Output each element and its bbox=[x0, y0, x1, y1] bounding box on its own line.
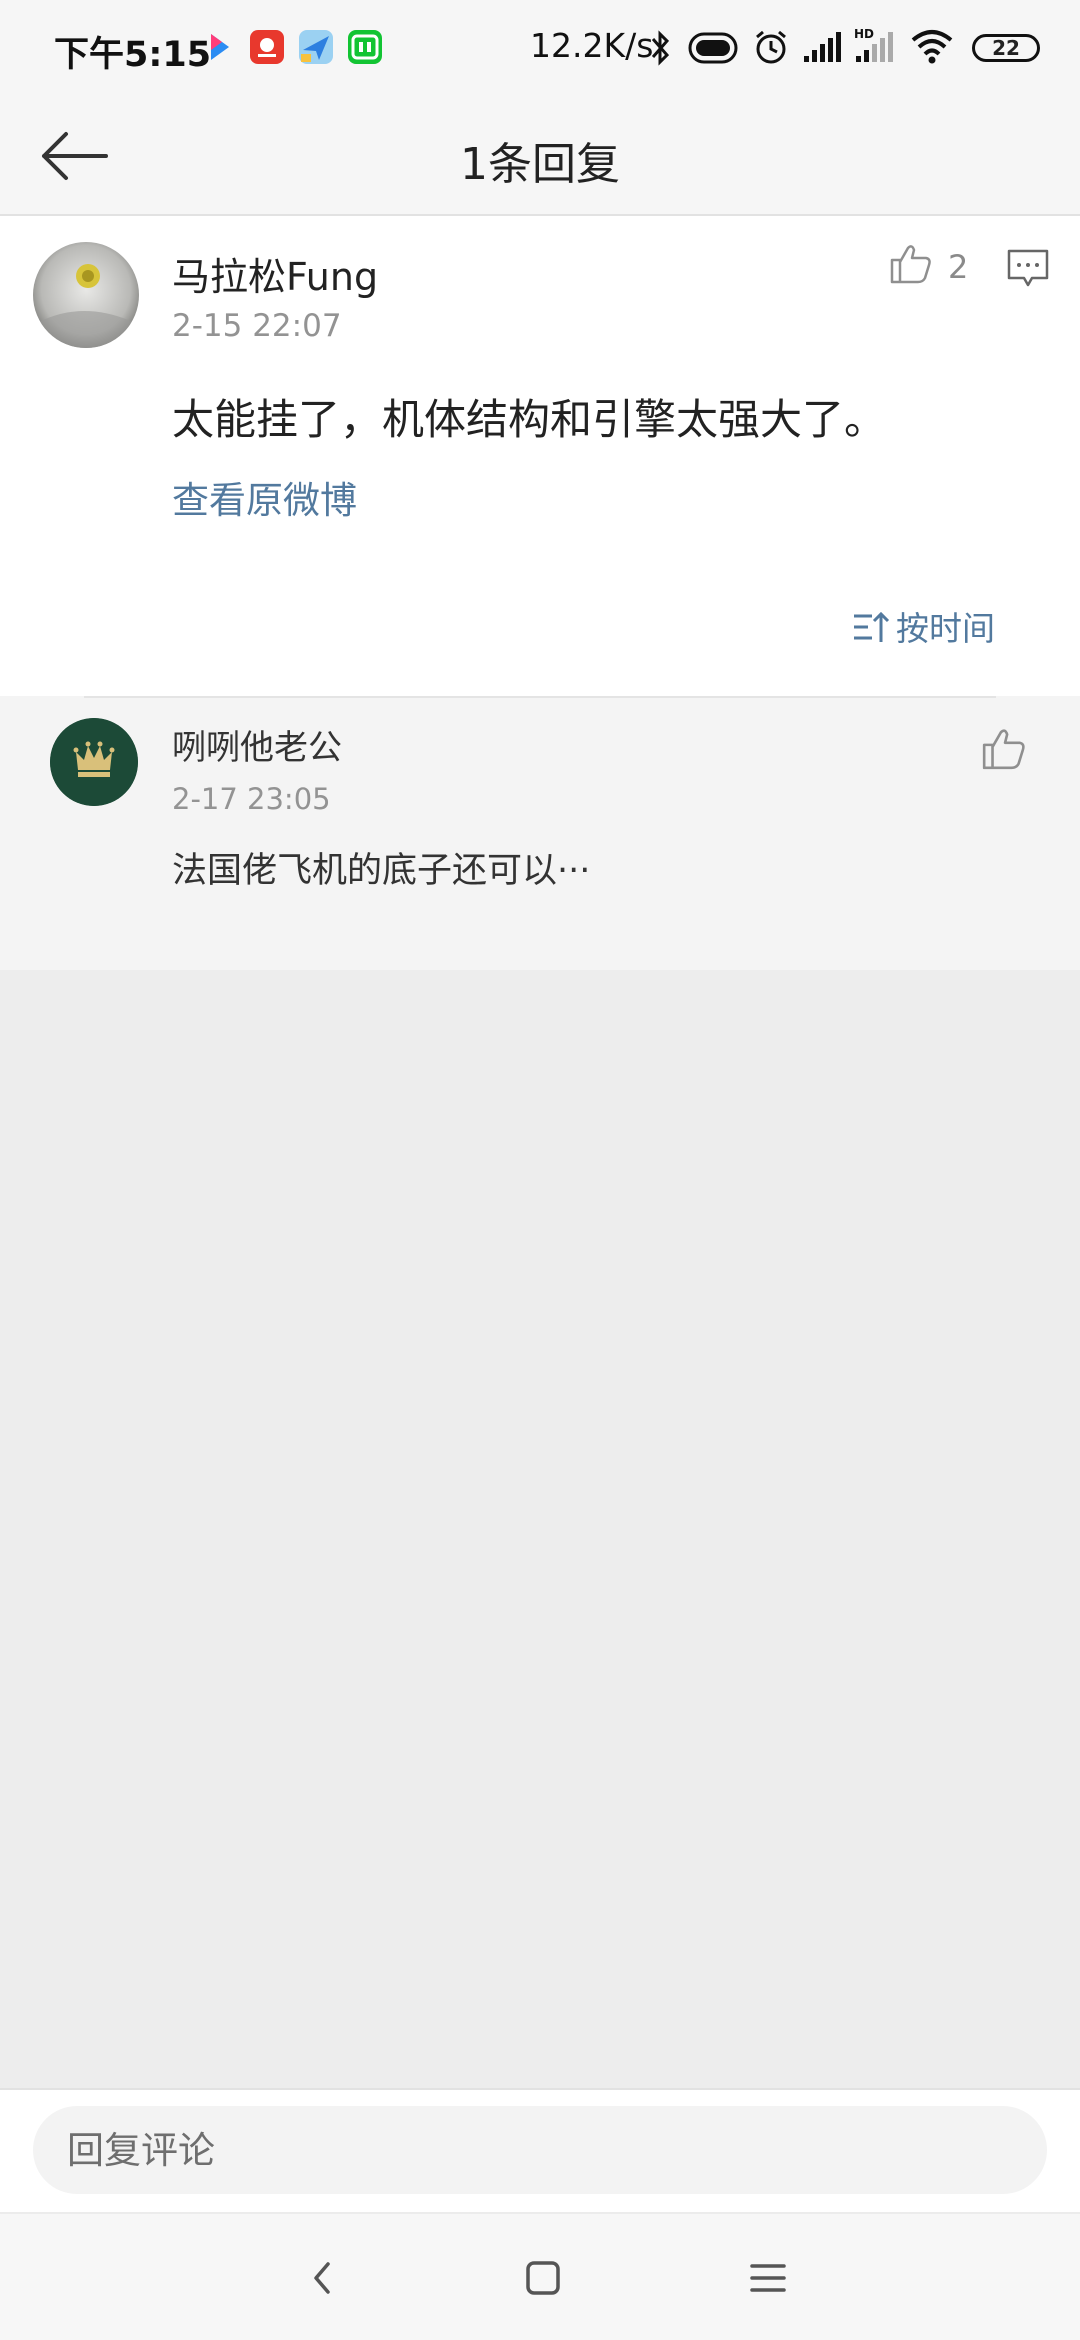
reply-input-bar bbox=[0, 2088, 1080, 2212]
reply-comment-input[interactable] bbox=[33, 2106, 1047, 2194]
maps-icon bbox=[299, 30, 333, 64]
sort-label: 按时间 bbox=[896, 609, 995, 648]
system-menu-icon[interactable] bbox=[744, 2254, 792, 2302]
avatar[interactable] bbox=[50, 718, 138, 806]
svg-text:HD: HD bbox=[854, 27, 874, 41]
signal-icon bbox=[802, 30, 844, 68]
system-navigation-bar bbox=[0, 2212, 1080, 2340]
avatar[interactable] bbox=[33, 242, 139, 348]
view-original-weibo-link[interactable]: 查看原微博 bbox=[172, 470, 357, 524]
page-title: 1条回复 bbox=[460, 139, 620, 190]
comment-timestamp: 2-15 22:07 bbox=[172, 308, 342, 344]
reply-list: 咧咧他老公 2-17 23:05 法国佬飞机的底子还可以··· bbox=[0, 696, 1080, 970]
reply-text: 法国佬飞机的底子还可以··· bbox=[172, 851, 591, 891]
thumbs-up-icon[interactable] bbox=[980, 724, 1028, 772]
main-comment: 马拉松Fung 2-15 22:07 太能挂了，机体结构和引擎太强大了。 查看原… bbox=[0, 216, 1080, 696]
iqiyi-icon bbox=[348, 30, 382, 64]
status-bar: 下午5:15 12.2K/s HD 22 bbox=[0, 0, 1080, 96]
thumbs-up-icon bbox=[888, 240, 934, 290]
wifi-icon bbox=[910, 28, 954, 68]
youku-icon bbox=[202, 30, 236, 64]
divider bbox=[84, 696, 996, 698]
comment-author[interactable]: 马拉松Fung bbox=[172, 246, 378, 301]
like-button[interactable]: 2 bbox=[888, 240, 998, 300]
reply-author[interactable]: 咧咧他老公 bbox=[172, 720, 342, 769]
like-count: 2 bbox=[948, 248, 969, 286]
comment-text: 太能挂了，机体结构和引擎太强大了。 bbox=[172, 395, 887, 444]
network-speed: 12.2K/s bbox=[530, 26, 654, 65]
status-time: 下午5:15 bbox=[54, 35, 212, 75]
hd-signal-icon: HD bbox=[854, 26, 898, 68]
sort-by-time-button[interactable]: 按时间 bbox=[852, 602, 1012, 652]
bluetooth-icon bbox=[650, 30, 672, 70]
sort-icon bbox=[852, 608, 890, 650]
top-nav-bar: 1条回复 bbox=[0, 96, 1080, 216]
alarm-icon bbox=[752, 28, 790, 70]
battery-indicator: 22 bbox=[972, 34, 1040, 62]
system-home-icon[interactable] bbox=[519, 2254, 567, 2302]
reply-timestamp: 2-17 23:05 bbox=[172, 782, 331, 816]
toggle-icon bbox=[688, 32, 738, 68]
comment-icon[interactable] bbox=[1004, 244, 1052, 292]
app-icon-red bbox=[250, 30, 284, 64]
system-back-icon[interactable] bbox=[298, 2254, 346, 2302]
